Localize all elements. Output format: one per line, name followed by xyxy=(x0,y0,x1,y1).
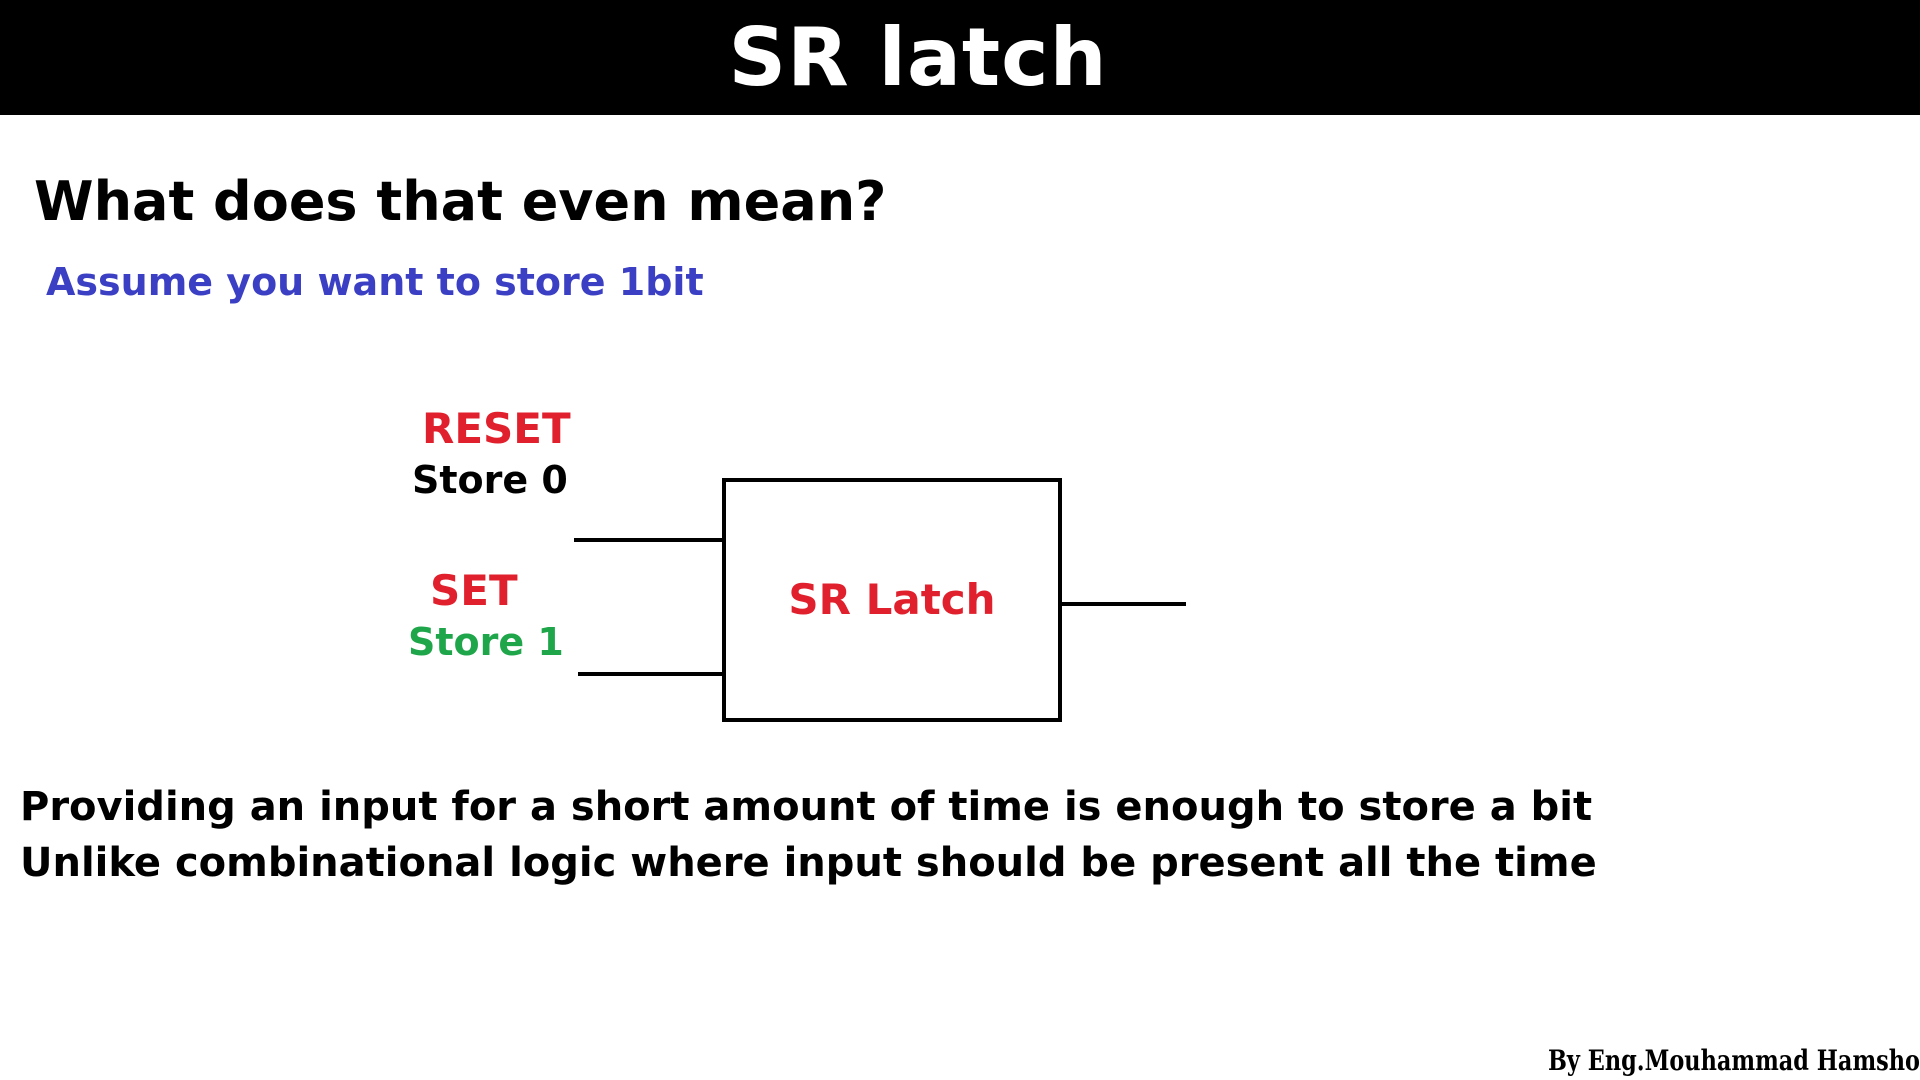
reset-caption: Store 0 xyxy=(412,458,568,502)
author-credit: By Eng.Mouhammad Hamsho xyxy=(1548,1044,1920,1077)
set-caption: Store 1 xyxy=(408,620,564,664)
explanation-line-2: Unlike combinational logic where input s… xyxy=(20,840,1597,886)
explanation-line-1: Providing an input for a short amount of… xyxy=(20,784,1593,830)
set-label: SET xyxy=(430,566,518,615)
slide: SR latch What does that even mean? Assum… xyxy=(0,0,1920,1080)
latch-block-label: SR Latch xyxy=(788,575,996,624)
reset-label: RESET xyxy=(422,404,571,453)
